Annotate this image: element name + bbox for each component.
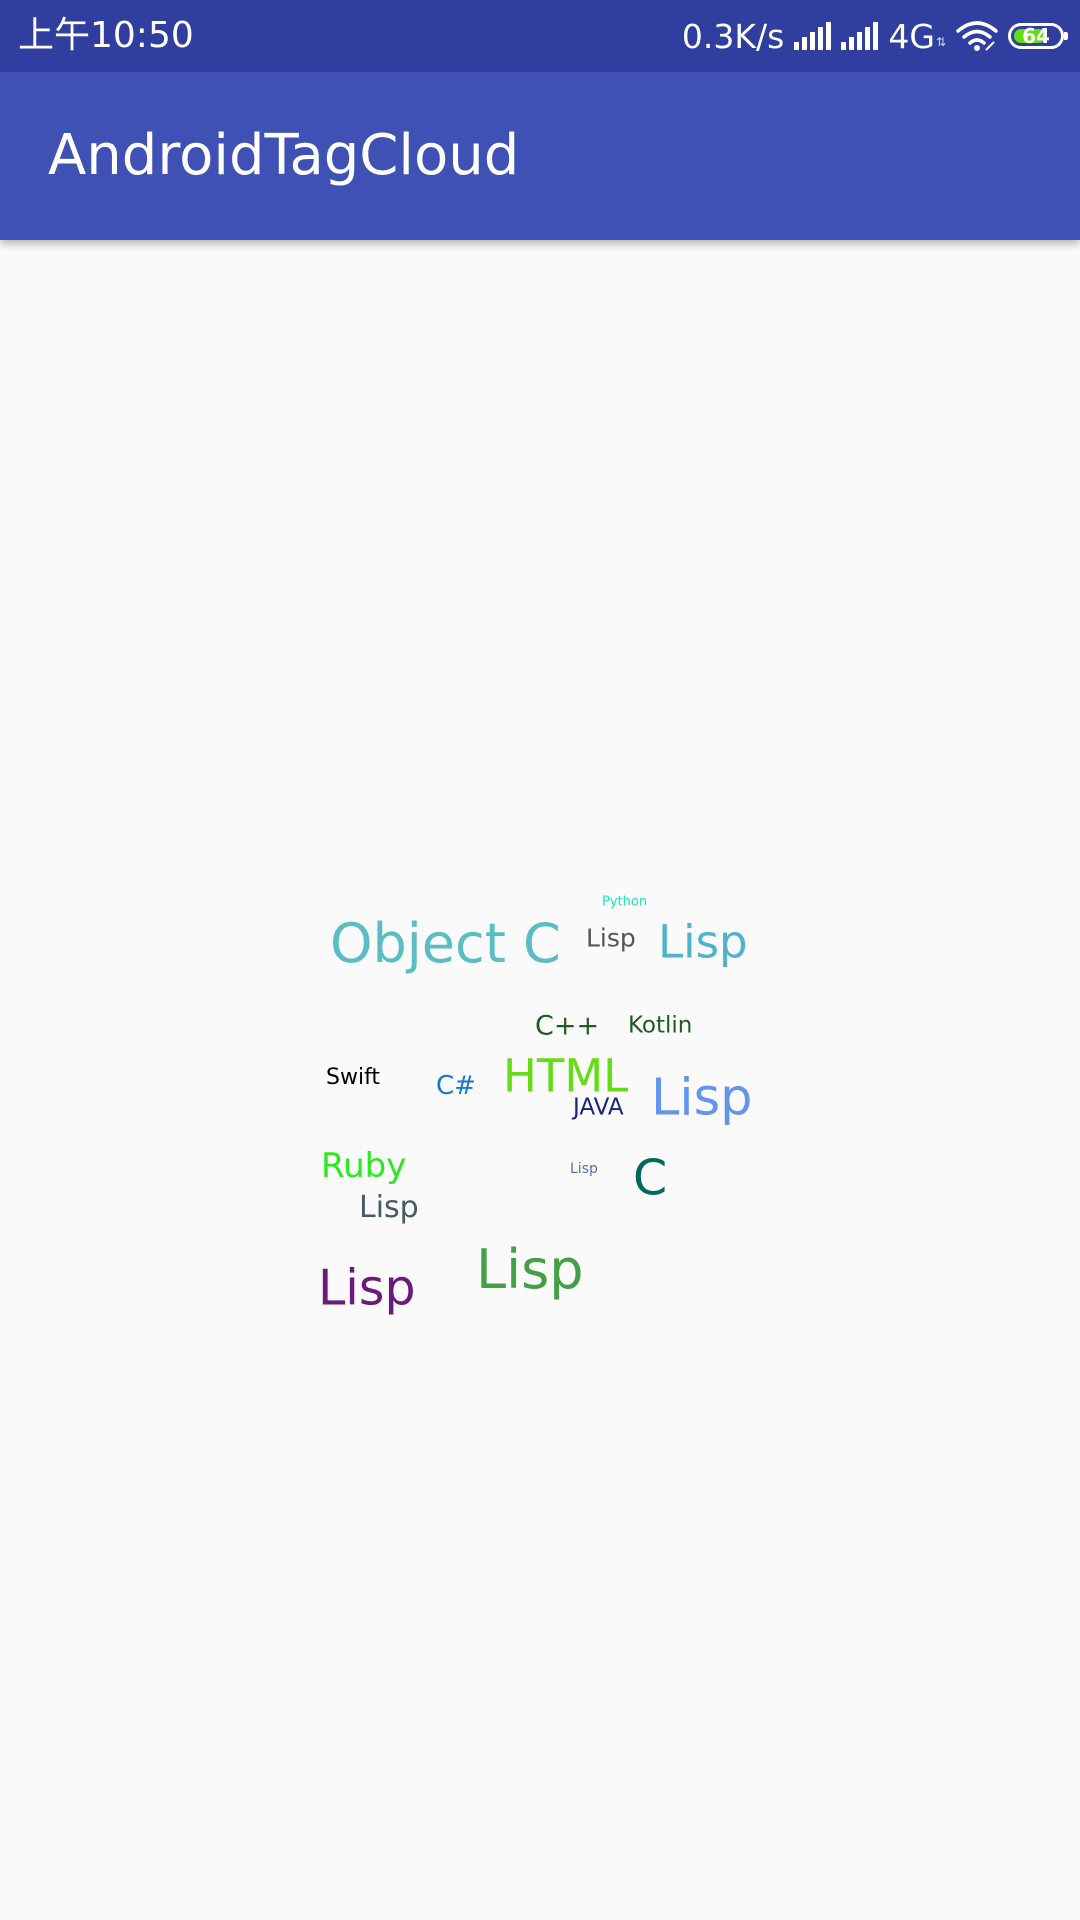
tag-swift[interactable]: Swift — [326, 1067, 380, 1089]
tag-object-c[interactable]: Object C — [330, 917, 561, 971]
tag-lisp[interactable]: Lisp — [318, 1264, 416, 1313]
tag-lisp[interactable]: Lisp — [476, 1243, 584, 1297]
tag-c[interactable]: C — [633, 1154, 667, 1203]
tag-lisp[interactable]: Lisp — [586, 926, 636, 951]
tag-java[interactable]: JAVA — [573, 1096, 624, 1120]
tag-lisp[interactable]: Lisp — [570, 1162, 598, 1176]
tag-cpp[interactable]: C++ — [535, 1013, 599, 1040]
tag-lisp[interactable]: Lisp — [359, 1193, 419, 1223]
tag-kotlin[interactable]: Kotlin — [628, 1014, 692, 1038]
tag-html[interactable]: HTML — [503, 1054, 628, 1099]
tag-cloud: Python Object C Lisp Lisp C++ Kotlin Swi… — [0, 0, 1080, 1920]
tag-python[interactable]: Python — [602, 896, 647, 909]
tag-csharp[interactable]: C# — [436, 1073, 476, 1099]
tag-lisp[interactable]: Lisp — [658, 920, 748, 965]
tag-ruby[interactable]: Ruby — [321, 1149, 406, 1183]
tag-lisp[interactable]: Lisp — [651, 1073, 753, 1124]
